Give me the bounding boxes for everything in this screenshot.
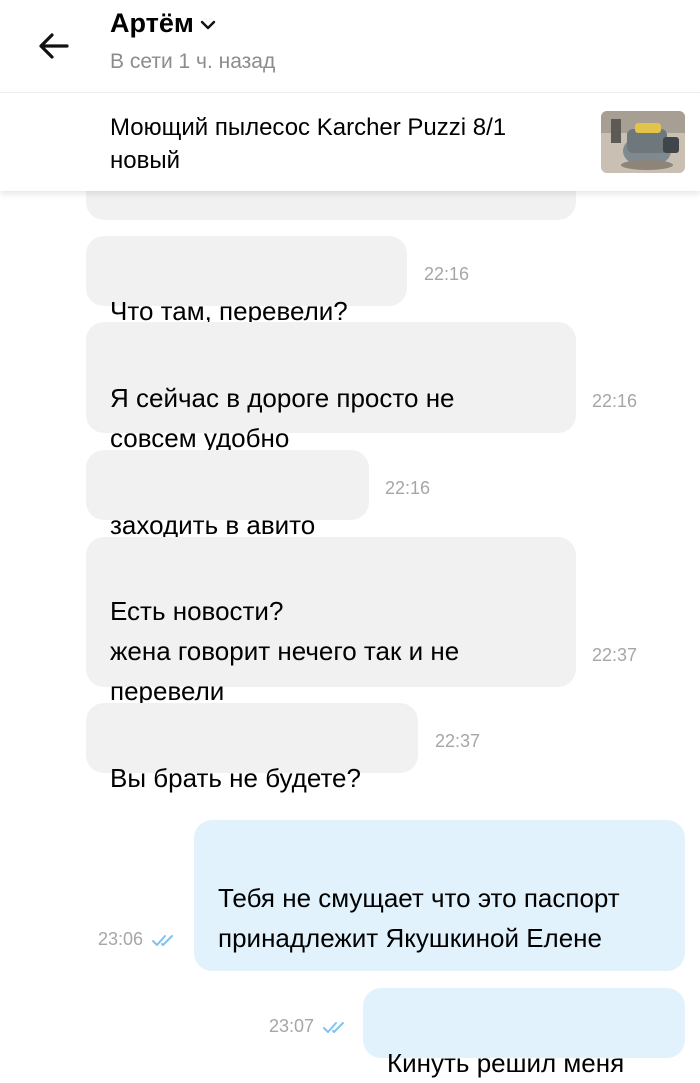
message-time: 23:06 — [98, 929, 144, 949]
message-time: 23:07 — [269, 1016, 315, 1036]
message-in: заходить в авито — [86, 450, 369, 540]
message-text: Я сейчас в дороге просто не совсем удобн… — [110, 383, 455, 453]
message-text: Тебя не смущает что это паспорт принадле… — [218, 883, 620, 953]
item-title: Моющий пылесос Karcher Puzzi 8/1 новый — [110, 114, 507, 174]
message-text: заходить в авито — [110, 510, 316, 540]
vacuum-image — [601, 111, 685, 173]
message-in: Вы брать не будете? — [86, 703, 418, 793]
message-text: Вы брать не будете? — [110, 763, 361, 793]
read-ticks-icon — [152, 934, 174, 946]
contact-name-button[interactable]: Артём — [110, 8, 216, 39]
back-button[interactable] — [30, 22, 78, 70]
message-in: Есть новости? жена говорит нечего так и … — [86, 537, 576, 706]
item-bar[interactable]: Моющий пылесос Karcher Puzzi 8/1 новый — [0, 92, 700, 191]
read-ticks-icon — [323, 1021, 345, 1033]
item-thumbnail[interactable] — [601, 111, 685, 173]
chevron-down-icon — [200, 20, 216, 30]
message-in: Я сейчас в дороге просто не совсем удобн… — [86, 322, 576, 453]
message-out: Кинуть решил меня — [363, 988, 685, 1078]
message-time-status: 23:06 — [98, 929, 177, 950]
chat-header: Артём В сети 1 ч. назад — [0, 0, 700, 92]
message-text: Кинуть решил меня — [387, 1048, 625, 1078]
message-time-status: 23:07 — [269, 1016, 348, 1037]
message-out: Тебя не смущает что это паспорт принадле… — [194, 820, 685, 971]
message-in: Что там, перевели? — [86, 236, 407, 326]
contact-name: Артём — [110, 8, 194, 38]
contact-status: В сети 1 ч. назад — [110, 50, 276, 73]
back-arrow-icon — [39, 33, 69, 59]
